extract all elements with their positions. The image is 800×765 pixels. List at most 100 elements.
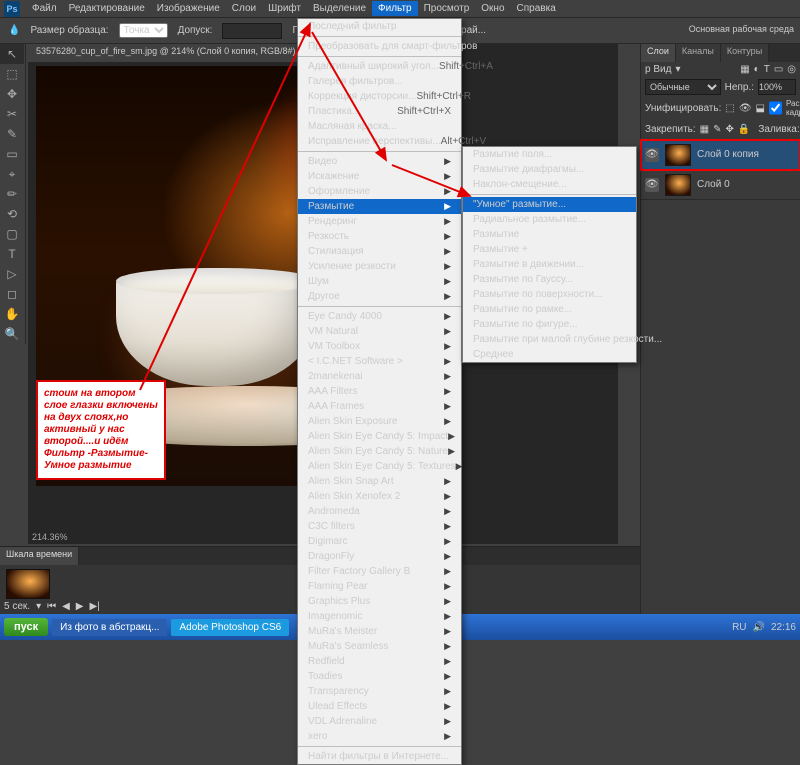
layer-row[interactable]: 👁Слой 0 копия (641, 140, 800, 170)
tool-1[interactable]: ⬚ (0, 64, 24, 84)
menuitem[interactable]: Видео▶ (298, 154, 461, 169)
timeline-frame-thumb[interactable] (6, 569, 50, 599)
menuitem[interactable]: Размытие при малой глубине резкости... (463, 332, 636, 347)
menuitem[interactable]: Размытие▶ (298, 199, 461, 214)
lock-transparent-icon[interactable]: ▦ (700, 124, 709, 135)
menu-Окно[interactable]: Окно (475, 1, 510, 16)
menuitem[interactable]: Рендеринг▶ (298, 214, 461, 229)
sample-size-select[interactable]: Точка (119, 23, 168, 38)
menuitem[interactable]: VM Toolbox▶ (298, 339, 461, 354)
filter-type-icon[interactable]: T (764, 64, 770, 75)
menuitem[interactable]: Transparency▶ (298, 684, 461, 699)
menuitem[interactable]: Flaming Pear▶ (298, 579, 461, 594)
tray-lang[interactable]: RU (732, 622, 746, 633)
menuitem[interactable]: Alien Skin Eye Candy 5: Nature▶ (298, 444, 461, 459)
menu-Выделение[interactable]: Выделение (307, 1, 372, 16)
tab-timeline[interactable]: Шкала времени (0, 547, 79, 565)
start-button[interactable]: пуск (4, 618, 48, 636)
menuitem[interactable]: Graphics Plus▶ (298, 594, 461, 609)
menuitem[interactable]: Оформление▶ (298, 184, 461, 199)
menuitem[interactable]: Масляная краска... (298, 119, 461, 134)
menuitem[interactable]: MuRa's Seamless▶ (298, 639, 461, 654)
tool-9[interactable]: ▢ (0, 224, 24, 244)
tray-volume-icon[interactable]: 🔊 (753, 622, 765, 633)
tool-5[interactable]: ▭ (0, 144, 24, 164)
menu-Слои[interactable]: Слои (226, 1, 262, 16)
menuitem[interactable]: Alien Skin Snap Art▶ (298, 474, 461, 489)
menuitem[interactable]: DragonFly▶ (298, 549, 461, 564)
menuitem[interactable]: Toadies▶ (298, 669, 461, 684)
menuitem[interactable]: Размытие + (463, 242, 636, 257)
tool-6[interactable]: ⌖ (0, 164, 24, 184)
tool-4[interactable]: ✎ (0, 124, 24, 144)
tolerance-input[interactable] (222, 23, 282, 39)
menuitem[interactable]: Среднее (463, 347, 636, 362)
menuitem[interactable]: Alien Skin Eye Candy 5: Textures▶ (298, 459, 461, 474)
menuitem[interactable]: Шум▶ (298, 274, 461, 289)
tab-Каналы[interactable]: Каналы (676, 44, 721, 62)
menuitem[interactable]: Alien Skin Exposure▶ (298, 414, 461, 429)
menuitem[interactable]: Исправление перспективы...Alt+Ctrl+V (298, 134, 461, 149)
tool-13[interactable]: ✋ (0, 304, 24, 324)
lock-pixels-icon[interactable]: ✎ (713, 124, 721, 135)
menuitem[interactable]: Размытие диафрагмы... (463, 162, 636, 177)
menu-Файл[interactable]: Файл (26, 1, 63, 16)
layer-filter-icon[interactable]: ▾ (675, 64, 680, 75)
taskbar-item[interactable]: Adobe Photoshop CS6 (171, 619, 289, 636)
tool-8[interactable]: ⟲ (0, 204, 24, 224)
tool-10[interactable]: T (0, 244, 24, 264)
filter-shape-icon[interactable]: ▭ (774, 64, 783, 75)
tab-Слои[interactable]: Слои (641, 44, 676, 62)
menu-Шрифт[interactable]: Шрифт (262, 1, 307, 16)
frame-duration[interactable]: 5 сек. (4, 601, 30, 612)
menuitem[interactable]: Размытие по поверхности... (463, 287, 636, 302)
tool-14[interactable]: 🔍 (0, 324, 24, 344)
menuitem[interactable]: Размытие (463, 227, 636, 242)
menuitem[interactable]: VM Natural▶ (298, 324, 461, 339)
menu-Изображение[interactable]: Изображение (151, 1, 226, 16)
menuitem[interactable]: AAA Frames▶ (298, 399, 461, 414)
tab-Контуры[interactable]: Контуры (721, 44, 769, 62)
menuitem[interactable]: Коррекция дисторсии...Shift+Ctrl+R (298, 89, 461, 104)
menuitem[interactable]: Усиление резкости▶ (298, 259, 461, 274)
blur-submenu[interactable]: Размытие поля...Размытие диафрагмы...Нак… (462, 146, 637, 363)
opacity-input[interactable] (758, 79, 796, 95)
visibility-icon[interactable]: 👁 (645, 148, 659, 162)
menuitem[interactable]: Размытие поля... (463, 147, 636, 162)
unify-position-icon[interactable]: ⬚ (725, 103, 734, 114)
menu-Редактирование[interactable]: Редактирование (63, 1, 151, 16)
menuitem[interactable]: AAA Filters▶ (298, 384, 461, 399)
blend-mode-select[interactable]: Обычные (645, 79, 721, 95)
menuitem[interactable]: Размытие в движении... (463, 257, 636, 272)
menuitem[interactable]: Адаптивный широкий угол...Shift+Ctrl+A (298, 59, 461, 74)
menuitem[interactable]: VDL Adrenaline▶ (298, 714, 461, 729)
propagate-checkbox[interactable] (769, 100, 782, 116)
menuitem[interactable]: Imagenomic▶ (298, 609, 461, 624)
tool-3[interactable]: ✂ (0, 104, 24, 124)
menuitem[interactable]: xero▶ (298, 729, 461, 744)
menuitem[interactable]: Размытие по Гауссу... (463, 272, 636, 287)
menuitem[interactable]: "Умное" размытие... (463, 197, 636, 212)
lock-position-icon[interactable]: ✥ (726, 124, 734, 135)
tool-2[interactable]: ✥ (0, 84, 24, 104)
menuitem[interactable]: Filter Factory Gallery B▶ (298, 564, 461, 579)
menuitem[interactable]: MuRa's Meister▶ (298, 624, 461, 639)
menu-Просмотр[interactable]: Просмотр (418, 1, 476, 16)
taskbar-item[interactable]: Из фото в абстракц... (52, 619, 167, 636)
layer-row[interactable]: 👁Слой 0 (641, 170, 800, 200)
menuitem[interactable]: Alien Skin Xenofex 2▶ (298, 489, 461, 504)
tool-0[interactable]: ↖ (0, 44, 24, 64)
menuitem[interactable]: Искажение▶ (298, 169, 461, 184)
menuitem[interactable]: Стилизация▶ (298, 244, 461, 259)
menuitem[interactable]: 2manekenai▶ (298, 369, 461, 384)
menuitem[interactable]: Eye Candy 4000▶ (298, 309, 461, 324)
unify-style-icon[interactable]: ⬓ (756, 103, 765, 114)
menuitem[interactable]: Наклон-смещение... (463, 177, 636, 192)
menuitem[interactable]: Размытие по фигуре... (463, 317, 636, 332)
lock-all-icon[interactable]: 🔒 (738, 124, 750, 135)
document-tab[interactable]: 53576280_cup_of_fire_sm.jpg @ 214% (Слой… (28, 44, 304, 62)
filter-menu[interactable]: Последний фильтрПреобразовать для смарт-… (297, 18, 462, 765)
menuitem[interactable]: Найти фильтры в Интернете... (298, 749, 461, 764)
filter-adjust-icon[interactable]: ◐ (754, 64, 760, 75)
tl-first-icon[interactable]: ⏮ (47, 601, 56, 612)
